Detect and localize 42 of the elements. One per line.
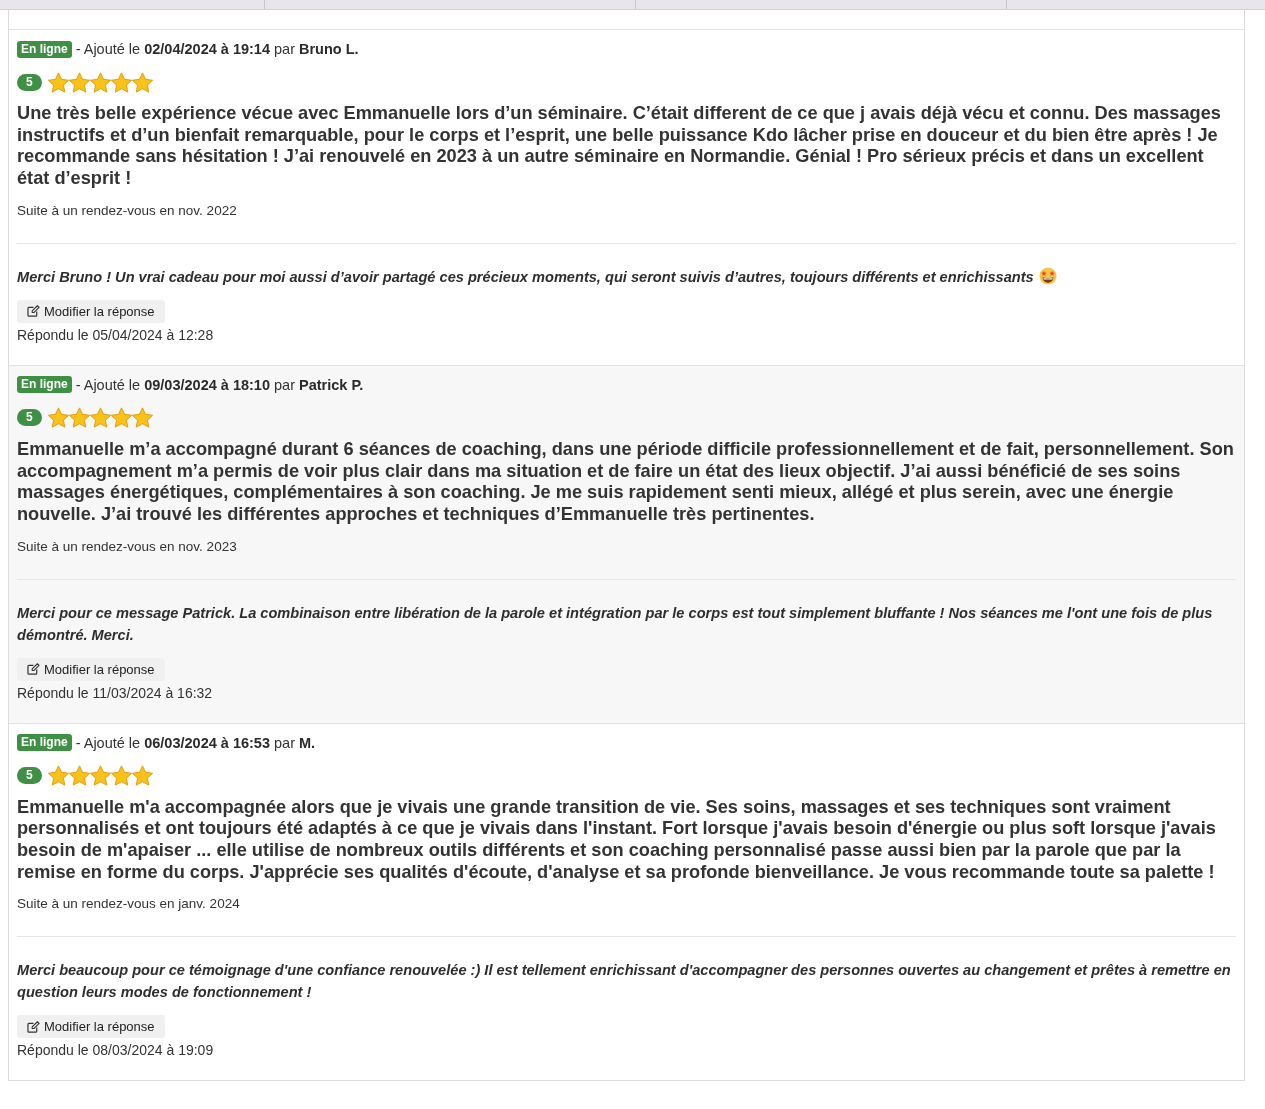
reply-date: Répondu le 08/03/2024 à 19:09 (17, 1041, 215, 1061)
star-icon (110, 71, 132, 93)
star-icon (68, 71, 90, 93)
rating-badge: 5 (17, 73, 42, 91)
review-text: Une très belle expérience vécue avec Emmanuelle lors d’un séminaire. C’était different de ce que j avais déjà vécu et connu. Des massages instructifs et d’un bienfait remarquable, pour le corps et l’esprit, une belle puissance Kdo lâcher prise en douceur et du bien être après ! Je recommande sans hésitation ! J’ai renouvelé en 2023 à un autre séminaire en Normandie. Génial ! Pro sérieux précis et dans un excellent état d’esprit ! (17, 103, 1222, 190)
star-icon (89, 71, 111, 93)
rating-badge: 5 (17, 767, 42, 785)
star-icon (68, 765, 90, 787)
edit-icon (27, 1020, 40, 1033)
star-icon (89, 765, 111, 787)
edit-reply-button[interactable]: Modifier la réponse (17, 657, 165, 681)
reply-date: Répondu le 05/04/2024 à 12:28 (17, 325, 215, 345)
edit-icon (27, 663, 40, 676)
edit-icon (27, 305, 40, 318)
appointment-note: Suite à un rendez-vous en nov. 2023 (17, 537, 238, 556)
edit-reply-button[interactable]: Modifier la réponse (17, 1015, 165, 1039)
appointment-note: Suite à un rendez-vous en nov. 2022 (17, 201, 238, 220)
star-icon (47, 71, 69, 93)
star-icon (110, 407, 132, 429)
star-icon (131, 765, 153, 787)
rating-badge: 5 (17, 409, 42, 427)
status-badge: En ligne (17, 376, 72, 394)
star-icon (131, 71, 153, 93)
reply-text: Merci pour ce message Patrick. La combinaison entre libération de la parole et intégration par le corps est tout simplement bluffante ! Nos séances me l'ont une fois de plus démontré. Merci. (17, 604, 1213, 643)
star-icon (47, 407, 69, 429)
reply-date: Répondu le 11/03/2024 à 16:32 (17, 683, 214, 703)
status-badge: En ligne (17, 40, 72, 58)
review-meta: - Ajouté le 06/03/2024 à 16:53 par M. (75, 734, 316, 751)
edit-reply-button[interactable]: Modifier la réponse (17, 299, 165, 323)
star-icon (68, 407, 90, 429)
review-text: Emmanuelle m’a accompagné durant 6 séances de coaching, dans une période difficile professionnellement et de fait, personnellement. Son accompagnement m’a permis de voir plus clair dans ma situation et de faire un état des lieux objectif. J’ai aussi bénéficié de ses soins massages énergétiques, complémentaires à son coaching. Je me suis rapidement senti mieux, allégé et plus serein, avec une énergie nouvelle. J’ai trouvé les différentes approches et techniques d’Emmanuelle très pertinentes. (17, 438, 1235, 526)
star-icon (89, 407, 111, 429)
appointment-note: Suite à un rendez-vous en janv. 2024 (17, 895, 241, 914)
review-meta: - Ajouté le 09/03/2024 à 18:10 par Patrick P. (75, 376, 364, 393)
reply-text: Merci beaucoup pour ce témoignage d'une confiance renouvelée :) Il est tellement enrichissant d'accompagner des personnes ouvertes au changement et prêtes à remettre en question leurs modes de fonctionnement ! (17, 962, 1231, 1001)
star-icon (110, 765, 132, 787)
reply-text: Merci Bruno ! Un vrai cadeau pour moi aussi d’avoir partagé ces précieux moments, qui seront suivis d’autres, toujours différents et enrichissants (17, 268, 1034, 285)
star-icon (47, 765, 69, 787)
review-meta: - Ajouté le 02/04/2024 à 19:14 par Bruno L. (75, 41, 359, 57)
review-text: Emmanuelle m'a accompagnée alors que je vivais une grande transition de vie. Ses soins, massages et ses techniques sont vraiment personnalisés et ont toujours été adaptés à ce que je vivais dans l'instant. Fort lorsque j'avais besoin d'énergie ou plus soft lorsque j'avais besoin de m'apaiser ... elle utilise de nombreux outils différents et son coaching personnalisé passe aussi bien par la parole que par la remise en forme du corps. J'apprécie ses qualités d'écoute, d'analyse et sa profonde bienveillance. Je vous recommande toute sa palette ! (17, 796, 1217, 884)
status-badge: En ligne (17, 734, 72, 752)
star-icon (131, 407, 153, 429)
